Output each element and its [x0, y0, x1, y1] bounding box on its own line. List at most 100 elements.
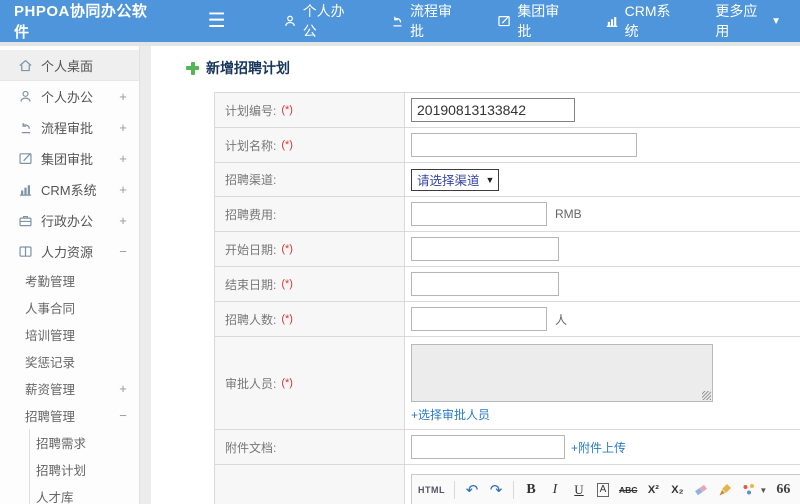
html-source-button[interactable]: HTML — [416, 479, 447, 501]
format-brush-icon[interactable] — [715, 479, 735, 501]
field-label-cell: 计划名称: (*) — [215, 128, 405, 162]
field-value-cell — [405, 128, 800, 162]
required-mark: (*) — [281, 313, 293, 325]
sidebar: 个人桌面 个人办公 + 流程审批 + 集团审批 + CRM系统 + 行政办公 + — [0, 46, 140, 504]
topmenu-label: 流程审批 — [410, 3, 452, 39]
topmenu-label: CRM系统 — [624, 3, 671, 39]
edit-approve-icon — [498, 15, 510, 27]
field-label: 计划名称: — [225, 138, 277, 153]
toolbar-separator — [513, 481, 514, 499]
sidebar-item-recruitment[interactable]: 招聘管理 − — [0, 402, 139, 429]
hamburger-icon[interactable]: ☰ — [208, 11, 226, 31]
channel-select[interactable]: 请选择渠道 ▼ — [411, 168, 500, 191]
font-style-icon[interactable]: A — [593, 479, 613, 501]
bold-icon[interactable]: B — [521, 479, 541, 501]
rich-text-editor: HTML ↶ ↷ B I U A ABC X² X₂ ▼ 66 — [411, 474, 800, 504]
topmenu-label: 更多应用 — [715, 3, 758, 39]
strikethrough-icon[interactable]: ABC — [617, 479, 639, 501]
end-date-input[interactable] — [411, 272, 559, 296]
add-plus-icon — [186, 61, 199, 75]
bar-chart-icon — [19, 185, 32, 196]
sidebar-item-label: CRM系统 — [41, 183, 97, 198]
sidebar-item-crm[interactable]: CRM系统 + — [0, 174, 139, 205]
channel-select-value: 请选择渠道 — [417, 174, 480, 188]
expand-plus-icon[interactable]: + — [117, 381, 129, 396]
briefcase-icon — [19, 215, 32, 227]
required-mark: (*) — [281, 278, 293, 290]
sidebar-item-personal-office[interactable]: 个人办公 + — [0, 81, 139, 112]
app-logo: PHPOA协同办公软件 — [14, 3, 148, 41]
sidebar-item-hr-contract[interactable]: 人事合同 — [0, 294, 139, 321]
italic-icon[interactable]: I — [545, 479, 565, 501]
expand-minus-icon[interactable]: − — [117, 244, 129, 259]
recruitment-submenu: 招聘需求 招聘计划 人才库 — [29, 429, 139, 504]
sidebar-item-desktop[interactable]: 个人桌面 — [0, 50, 139, 81]
field-value-cell: +附件上传 — [405, 430, 800, 464]
sidebar-item-hr[interactable]: 人力资源 − — [0, 236, 139, 267]
form-row-end-date: 结束日期: (*) — [215, 267, 800, 302]
redo-icon[interactable]: ↷ — [486, 479, 506, 501]
underline-icon[interactable]: U — [569, 479, 589, 501]
layout: 个人桌面 个人办公 + 流程审批 + 集团审批 + CRM系统 + 行政办公 + — [0, 42, 800, 504]
sidebar-item-label: 招聘计划 — [36, 464, 87, 478]
field-label-cell: 开始日期: (*) — [215, 232, 405, 266]
sidebar-item-admin-office[interactable]: 行政办公 + — [0, 205, 139, 236]
sidebar-item-flow-approval[interactable]: 流程审批 + — [0, 112, 139, 143]
attachment-upload-link[interactable]: +附件上传 — [571, 441, 626, 455]
topmenu-crm[interactable]: CRM系统 — [586, 1, 697, 41]
field-label-cell — [215, 465, 405, 504]
required-mark: (*) — [281, 377, 293, 389]
expand-minus-icon[interactable]: − — [117, 408, 129, 423]
expand-plus-icon[interactable]: + — [117, 120, 129, 135]
sidebar-item-label: 个人桌面 — [41, 58, 94, 74]
flow-approve-icon — [393, 16, 402, 27]
select-approver-link[interactable]: +选择审批人员 — [411, 406, 490, 423]
field-label: 审批人员: — [225, 376, 277, 391]
sidebar-item-rewards[interactable]: 奖惩记录 — [0, 348, 139, 375]
expand-plus-icon[interactable]: + — [117, 89, 129, 104]
blockquote-icon[interactable]: 66 — [773, 479, 793, 501]
topmenu-group-approval[interactable]: 集团审批 — [478, 1, 585, 41]
subscript-icon[interactable]: X₂ — [667, 479, 687, 501]
topmenu-more-apps[interactable]: 更多应用 ▼ — [696, 1, 800, 41]
plan-no-input[interactable] — [411, 98, 575, 122]
editor-toolbar-row1: HTML ↶ ↷ B I U A ABC X² X₂ ▼ 66 — [412, 475, 800, 504]
undo-icon[interactable]: ↶ — [462, 479, 482, 501]
field-value-cell: +选择审批人员 — [405, 337, 800, 429]
topmenu-personal-office[interactable]: 个人办公 — [264, 1, 371, 41]
form-row-channel: 招聘渠道: 请选择渠道 ▼ — [215, 163, 800, 197]
bar-chart-icon — [606, 17, 617, 27]
color-palette-icon[interactable]: ▼ — [739, 479, 769, 501]
plan-name-input[interactable] — [411, 133, 637, 157]
hr-book-icon — [19, 246, 32, 257]
sidebar-item-recruit-plan[interactable]: 招聘计划 — [30, 456, 139, 483]
topmenu-flow-approval[interactable]: 流程审批 — [371, 1, 478, 41]
expand-plus-icon[interactable]: + — [117, 213, 129, 228]
eraser-icon[interactable] — [691, 479, 711, 501]
sidebar-item-label: 考勤管理 — [25, 275, 76, 289]
field-value-cell — [405, 232, 800, 266]
attachment-input[interactable] — [411, 435, 565, 459]
field-label-cell: 结束日期: (*) — [215, 267, 405, 301]
sidebar-item-group-approval[interactable]: 集团审批 + — [0, 143, 139, 174]
form-row-plan-name: 计划名称: (*) — [215, 128, 800, 163]
sidebar-item-salary[interactable]: 薪资管理 + — [0, 375, 139, 402]
superscript-icon[interactable]: X² — [643, 479, 663, 501]
expand-plus-icon[interactable]: + — [117, 182, 129, 197]
sidebar-item-label: 招聘管理 — [25, 410, 76, 424]
headcount-input[interactable] — [411, 307, 547, 331]
field-value-cell: HTML ↶ ↷ B I U A ABC X² X₂ ▼ 66 — [405, 465, 800, 504]
required-mark: (*) — [281, 243, 293, 255]
start-date-input[interactable] — [411, 237, 559, 261]
expand-plus-icon[interactable]: + — [117, 151, 129, 166]
sidebar-item-training[interactable]: 培训管理 — [0, 321, 139, 348]
sidebar-item-attendance[interactable]: 考勤管理 — [0, 267, 139, 294]
field-value-cell: 请选择渠道 ▼ — [405, 163, 800, 196]
approver-textarea[interactable] — [411, 344, 713, 402]
field-value-cell: RMB — [405, 197, 800, 231]
sidebar-item-label: 人事合同 — [25, 302, 76, 316]
sidebar-item-recruit-demand[interactable]: 招聘需求 — [30, 429, 139, 456]
sidebar-item-label: 招聘需求 — [36, 437, 87, 451]
sidebar-item-talent-pool[interactable]: 人才库 — [30, 483, 139, 504]
fee-input[interactable] — [411, 202, 547, 226]
